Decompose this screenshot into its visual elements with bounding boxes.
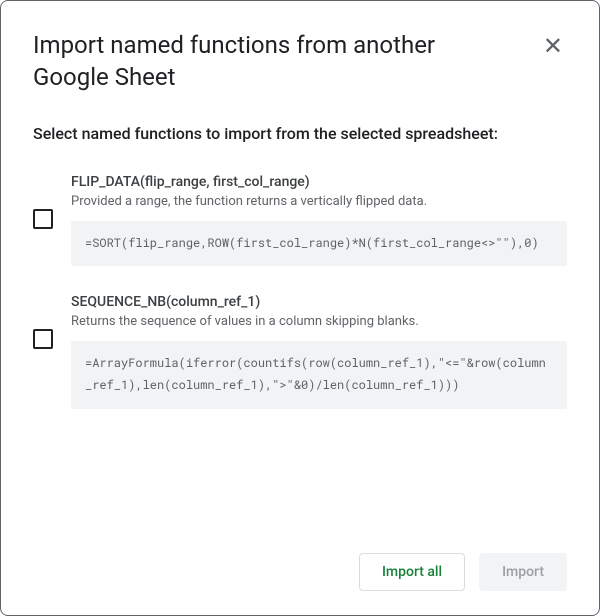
function-signature: FLIP_DATA(flip_range, first_col_range) [71, 174, 567, 190]
function-formula: =ArrayFormula(iferror(countifs(row(colum… [71, 341, 567, 408]
dialog-footer: Import all Import [33, 553, 567, 591]
dialog-subtitle: Select named functions to import from th… [33, 122, 567, 146]
function-details: FLIP_DATA(flip_range, first_col_range) P… [71, 174, 567, 267]
import-all-button[interactable]: Import all [359, 553, 465, 591]
close-button[interactable]: ✕ [539, 31, 567, 63]
checkbox-wrapper [33, 294, 53, 384]
close-icon: ✕ [543, 33, 563, 60]
function-signature: SEQUENCE_NB(column_ref_1) [71, 294, 567, 310]
function-description: Provided a range, the function returns a… [71, 194, 567, 209]
import-functions-dialog: Import named functions from another Goog… [0, 0, 600, 616]
checkbox-wrapper [33, 174, 53, 264]
function-item: SEQUENCE_NB(column_ref_1) Returns the se… [33, 294, 567, 408]
function-formula: =SORT(flip_range,ROW(first_col_range)*N(… [71, 221, 567, 267]
functions-list: FLIP_DATA(flip_range, first_col_range) P… [33, 174, 567, 553]
function-details: SEQUENCE_NB(column_ref_1) Returns the se… [71, 294, 567, 408]
dialog-header: Import named functions from another Goog… [33, 29, 567, 94]
function-checkbox-flip-data[interactable] [33, 209, 53, 229]
import-button[interactable]: Import [479, 553, 567, 591]
function-checkbox-sequence-nb[interactable] [33, 329, 53, 349]
function-item: FLIP_DATA(flip_range, first_col_range) P… [33, 174, 567, 267]
dialog-title: Import named functions from another Goog… [33, 29, 473, 94]
function-description: Returns the sequence of values in a colu… [71, 314, 567, 329]
